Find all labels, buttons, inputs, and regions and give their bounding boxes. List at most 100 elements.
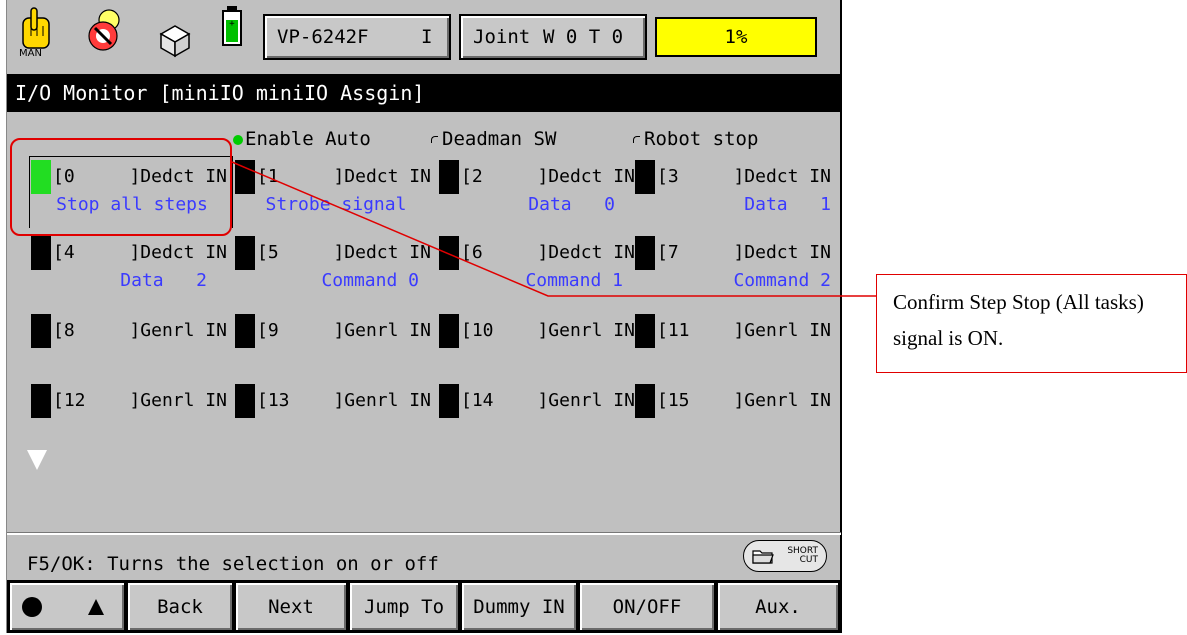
work-tool-label: W 0 T 0 bbox=[543, 26, 624, 48]
io-port: [15 bbox=[657, 390, 690, 411]
io-port: [14 bbox=[461, 390, 494, 411]
speed-value: 1% bbox=[724, 26, 748, 48]
dummy-in-button[interactable]: Dummy IN bbox=[461, 582, 577, 631]
io-port: [2 bbox=[461, 166, 483, 187]
io-desc: Data 0 bbox=[528, 194, 615, 215]
io-port: [12 bbox=[53, 390, 86, 411]
cursor-key[interactable] bbox=[9, 582, 125, 631]
io-cell-6[interactable]: [6 ]Dedct IN Command 1 bbox=[439, 236, 641, 292]
io-type: ]Genrl IN bbox=[537, 320, 635, 341]
io-desc: Stop all steps bbox=[56, 194, 208, 215]
io-indicator-off-icon bbox=[235, 314, 255, 348]
io-indicator-off-icon bbox=[235, 384, 255, 418]
io-type: ]Genrl IN bbox=[129, 320, 227, 341]
io-desc: Command 1 bbox=[525, 270, 623, 291]
aux-button[interactable]: Aux. bbox=[717, 582, 839, 631]
io-type: ]Dedct IN bbox=[537, 166, 635, 187]
io-cell-15[interactable]: [15 ]Genrl IN bbox=[635, 384, 837, 440]
mode-label: MAN bbox=[19, 48, 42, 59]
io-port: [4 bbox=[53, 242, 75, 263]
io-cell-1[interactable]: [1]Dedct IN Strobe signal bbox=[235, 160, 437, 216]
divider bbox=[7, 532, 841, 535]
coord-mode-label: Joint bbox=[473, 26, 531, 48]
callout-note: Confirm Step Stop (All tasks) signal is … bbox=[876, 274, 1187, 373]
back-button[interactable]: Back bbox=[127, 582, 233, 631]
io-cell-2[interactable]: [2 ]Dedct IN Data 0 bbox=[439, 160, 641, 216]
svg-text:+: + bbox=[229, 19, 235, 29]
io-indicator-off-icon bbox=[635, 384, 655, 418]
io-port: [3 bbox=[657, 166, 679, 187]
next-button[interactable]: Next bbox=[235, 582, 347, 631]
io-port: [0 bbox=[53, 166, 75, 187]
io-port: [5 bbox=[257, 242, 279, 263]
enable-auto-lamp-icon bbox=[233, 134, 243, 145]
function-key-bar: Back Next Jump To Dummy IN ON/OFF Aux. bbox=[7, 580, 841, 633]
io-cell-4[interactable]: [4 ]Dedct IN Data 2 bbox=[31, 236, 233, 292]
on-off-button[interactable]: ON/OFF bbox=[579, 582, 715, 631]
record-dot-icon bbox=[22, 596, 42, 617]
hand-icon[interactable]: MAN bbox=[17, 4, 61, 64]
robot-model-button[interactable]: VP-6242F I bbox=[263, 14, 451, 60]
enable-auto-status: Enable Auto bbox=[233, 128, 371, 150]
cube-icon[interactable] bbox=[153, 4, 197, 64]
io-cell-3[interactable]: [3]Dedct IN Data 1 bbox=[635, 160, 837, 216]
io-cell-11[interactable]: [11 ]Genrl IN bbox=[635, 314, 837, 370]
speed-indicator[interactable]: 1% bbox=[655, 17, 817, 57]
io-type: ]Genrl IN bbox=[733, 320, 831, 341]
io-indicator-off-icon bbox=[235, 160, 255, 194]
enable-auto-label: Enable Auto bbox=[245, 128, 371, 150]
io-type: ]Genrl IN bbox=[333, 390, 431, 411]
io-desc: Data 2 bbox=[120, 270, 207, 291]
io-indicator-off-icon bbox=[635, 236, 655, 270]
shortcut-label: SHORT CUT bbox=[787, 547, 818, 565]
io-type: ]Dedct IN bbox=[733, 166, 831, 187]
io-port: [8 bbox=[53, 320, 75, 341]
io-cell-10[interactable]: [10]Genrl IN bbox=[439, 314, 641, 370]
up-triangle-icon bbox=[88, 598, 104, 615]
robot-stop-lamp-icon bbox=[633, 136, 640, 143]
coordinate-mode-button[interactable]: Joint W 0 T 0 bbox=[459, 14, 647, 60]
scroll-down-arrow-icon[interactable] bbox=[27, 450, 47, 470]
io-indicator-off-icon bbox=[31, 236, 51, 270]
io-indicator-on-icon bbox=[31, 160, 51, 194]
io-port: [9 bbox=[257, 320, 279, 341]
io-type: ]Genrl IN bbox=[537, 390, 635, 411]
io-type: ]Dedct IN bbox=[129, 166, 227, 187]
io-port: [6 bbox=[461, 242, 483, 263]
robot-index-label: I bbox=[421, 26, 433, 48]
io-cell-9[interactable]: [9]Genrl IN bbox=[235, 314, 437, 370]
robot-stop-status: Robot stop bbox=[633, 128, 758, 150]
hint-text: F5/OK: Turns the selection on or off bbox=[27, 553, 439, 575]
page-title: I/O Monitor [miniIO miniIO Assgin] bbox=[7, 74, 841, 112]
io-port: [13 bbox=[257, 390, 290, 411]
io-type: ]Dedct IN bbox=[733, 242, 831, 263]
io-cell-0[interactable]: [0 ]Dedct IN Stop all steps bbox=[31, 160, 233, 216]
battery-icon[interactable]: + bbox=[213, 4, 257, 64]
io-type: ]Genrl IN bbox=[129, 390, 227, 411]
io-indicator-off-icon bbox=[635, 160, 655, 194]
io-type: ]Genrl IN bbox=[733, 390, 831, 411]
robot-stop-label: Robot stop bbox=[644, 128, 759, 150]
io-indicator-off-icon bbox=[439, 160, 459, 194]
io-cell-7[interactable]: [7]Dedct IN Command 2 bbox=[635, 236, 837, 292]
io-type: ]Dedct IN bbox=[333, 242, 431, 263]
io-type: ]Dedct IN bbox=[129, 242, 227, 263]
io-cell-12[interactable]: [12 ]Genrl IN bbox=[31, 384, 233, 440]
io-indicator-off-icon bbox=[439, 314, 459, 348]
io-type: ]Dedct IN bbox=[333, 166, 431, 187]
io-port: [7 bbox=[657, 242, 679, 263]
io-cell-8[interactable]: [8 ]Genrl IN bbox=[31, 314, 233, 370]
io-cell-5[interactable]: [5]Dedct IN Command 0 bbox=[235, 236, 437, 292]
deadman-lamp-icon bbox=[431, 136, 438, 143]
shortcut-button[interactable]: SHORT CUT bbox=[743, 540, 827, 572]
no-entry-icon[interactable] bbox=[83, 4, 127, 64]
io-cell-14[interactable]: [14 ]Genrl IN bbox=[439, 384, 641, 440]
io-indicator-off-icon bbox=[635, 314, 655, 348]
jump-to-button[interactable]: Jump To bbox=[349, 582, 459, 631]
io-indicator-off-icon bbox=[439, 236, 459, 270]
io-port: [11 bbox=[657, 320, 690, 341]
io-indicator-off-icon bbox=[31, 384, 51, 418]
io-type: ]Dedct IN bbox=[537, 242, 635, 263]
io-indicator-off-icon bbox=[235, 236, 255, 270]
io-cell-13[interactable]: [13 ]Genrl IN bbox=[235, 384, 437, 440]
